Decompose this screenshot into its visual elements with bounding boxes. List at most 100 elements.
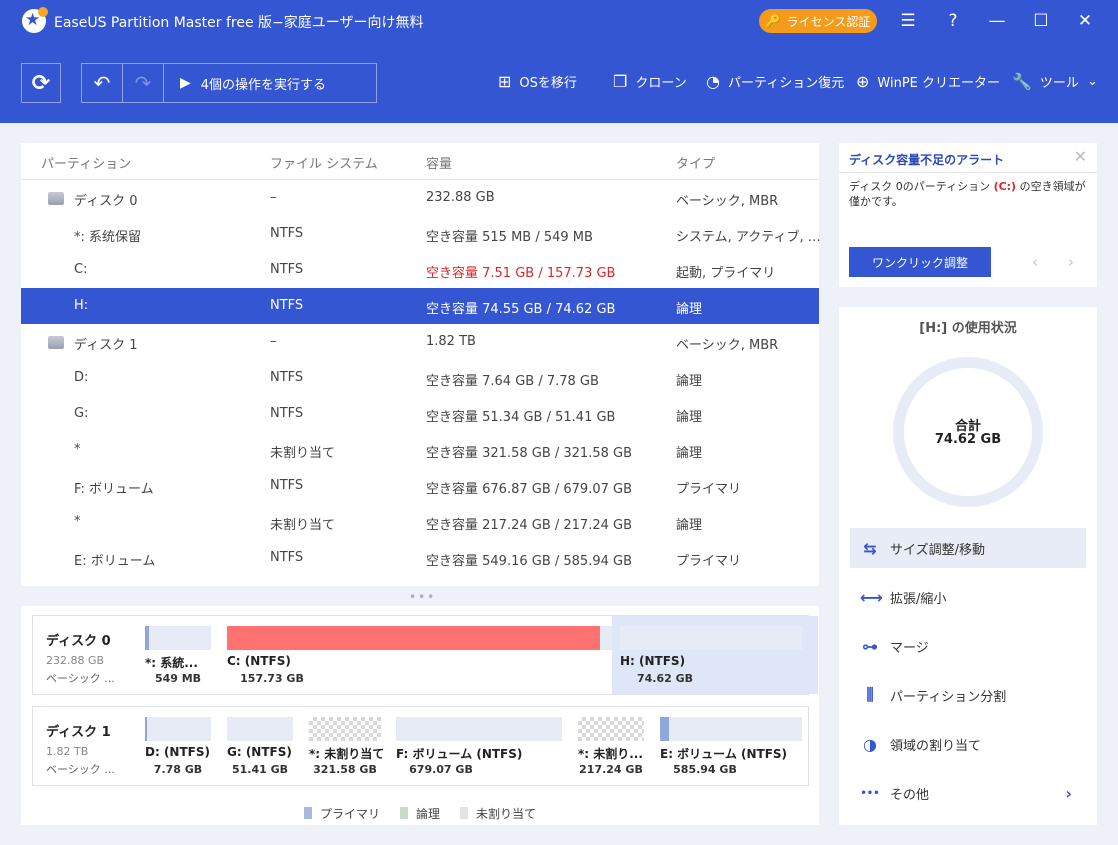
disk-map-name: ディスク 1 [46, 725, 111, 740]
one-click-adjust-button[interactable]: ワンクリック調整 [849, 247, 991, 277]
action-label: 領域の割り当て [890, 738, 982, 754]
merge-icon: ⊶ [862, 636, 878, 656]
usage-panel: [H:] の使用状況 合計 74.62 GB ⇆ サイズ調整/移動 ⟷ 拡張/縮小 ⊶ マ… [839, 307, 1097, 825]
disk-map-row[interactable]: ディスク 1 1.82 TB ベーシック ... D: (NTFS) 7.78 GB G:… [32, 706, 809, 786]
cell-cap: 空き容量 549.16 GB / 585.94 GB [426, 554, 633, 569]
partition-row[interactable]: *: 系统保留 NTFS 空き容量 515 MB / 549 MB システム, アクテ… [21, 216, 821, 252]
partition-row[interactable]: G: NTFS 空き容量 51.34 GB / 51.41 GB 論理 [21, 396, 819, 432]
partition-size: 217.24 GB [579, 763, 643, 776]
winpe-creator-button[interactable]: ⊕ WinPE クリエーター [856, 72, 1000, 91]
cell-fs: 未割り当て [270, 518, 336, 533]
cell-fs: NTFS [270, 406, 304, 421]
legend-logical: 論理 [399, 805, 440, 822]
partition-row[interactable]: D: NTFS 空き容量 7.64 GB / 7.78 GB 論理 [21, 360, 819, 396]
action-split[interactable]: ⫼ パーティション分割 [850, 675, 1086, 715]
cell-cap: 1.82 TB [426, 334, 476, 349]
clone-button[interactable]: ❐ クローン [613, 72, 687, 91]
column-header-filesystem[interactable]: ファイル システム [270, 153, 378, 179]
partition-block[interactable]: E: ボリューム (NTFS) 585.94 GB [660, 707, 802, 785]
undo-icon: ↶ [93, 71, 111, 95]
panel-splitter[interactable]: ••• [409, 590, 436, 604]
disk-map-row[interactable]: ディスク 0 232.88 GB ベーシック ... *: 系統... 549 MB C:… [32, 615, 818, 695]
allocate-icon: ◑ [863, 734, 877, 754]
cell-name: E: ボリューム [74, 554, 156, 569]
alert-title: ディスク容量不足のアラート [849, 153, 1005, 167]
action-allocate[interactable]: ◑ 領域の割り当て [850, 724, 1086, 764]
minimize-icon[interactable]: — [984, 8, 1010, 34]
cell-cap: 空き容量 7.51 GB / 157.73 GB [426, 266, 616, 281]
partition-row[interactable]: F: ボリューム NTFS 空き容量 676.87 GB / 679.07 GB プラ… [21, 468, 819, 504]
help-icon[interactable]: ? [940, 8, 966, 34]
chevron-right-icon[interactable]: › [1068, 253, 1074, 271]
partition-row[interactable]: * 未割り当て 空き容量 321.58 GB / 321.58 GB 論理 [21, 432, 819, 468]
toolbar: ⟳ ↶ ↷ ▶ 4個の操作を実行する ⊞ OSを移行 ❐ クローン ◔ パーティ… [0, 42, 1118, 123]
cell-fs: NTFS [270, 478, 304, 493]
legend: プライマリ 論理 未割り当て [21, 805, 819, 822]
alert-close-icon[interactable]: ✕ [1074, 147, 1087, 166]
partition-block[interactable]: G: (NTFS) 51.41 GB [227, 707, 293, 785]
cell-type: 論理 [676, 302, 703, 317]
partition-usage-bar [660, 717, 802, 741]
partition-block[interactable]: F: ボリューム (NTFS) 679.07 GB [396, 707, 562, 785]
partition-usage-bar [145, 717, 211, 741]
migrate-os-button[interactable]: ⊞ OSを移行 [498, 72, 577, 91]
cell-type: 論理 [676, 374, 703, 389]
run-label: 4個の操作を実行する [200, 77, 327, 93]
partition-label: *: 系統... [145, 656, 198, 670]
cell-cap: 空き容量 676.87 GB / 679.07 GB [426, 482, 633, 497]
partition-row[interactable]: H: NTFS 空き容量 74.55 GB / 74.62 GB 論理 [21, 288, 819, 324]
cell-fs: NTFS [270, 226, 304, 241]
close-icon[interactable]: ✕ [1072, 8, 1098, 34]
cell-name: C: [74, 262, 88, 277]
action-more[interactable]: ••• その他 › [850, 773, 1086, 813]
disk-row[interactable]: ディスク 1 – 1.82 TB ベーシック, MBR [21, 324, 819, 360]
partition-block[interactable]: *: 系統... 549 MB [145, 616, 211, 694]
cell-fs: 未割り当て [270, 446, 336, 461]
column-header-type[interactable]: タイプ [676, 153, 715, 179]
partition-size: 549 MB [154, 672, 202, 685]
action-resize[interactable]: ⇆ サイズ調整/移動 [850, 528, 1086, 568]
cell-type: プライマリ [676, 554, 742, 569]
cell-fs: NTFS [270, 370, 304, 385]
cell-cap: 空き容量 51.34 GB / 51.41 GB [426, 410, 616, 425]
split-icon: ⫼ [866, 685, 874, 704]
cell-type: 論理 [676, 410, 703, 425]
partition-row[interactable]: * 未割り当て 空き容量 217.24 GB / 217.24 GB 論理 [21, 504, 819, 540]
column-header-capacity[interactable]: 容量 [426, 153, 452, 179]
license-button[interactable]: 🔑 ライセンス認証 [759, 9, 877, 33]
app-title: EaseUS Partition Master free 版−家庭ユーザー向け無… [54, 15, 424, 31]
tools-menu-button[interactable]: 🔧 ツール ⌄ [1012, 72, 1098, 91]
partition-row[interactable]: E: ボリューム NTFS 空き容量 549.16 GB / 585.94 GB プラ… [21, 540, 819, 576]
disk-icon [48, 336, 64, 349]
run-operations-button[interactable]: ▶ 4個の操作を実行する [164, 74, 326, 93]
partition-block[interactable]: *: 未割り... 217.24 GB [578, 707, 644, 785]
plus-circle-icon: ⊕ [856, 72, 870, 91]
undo-button[interactable]: ↶ [82, 64, 123, 102]
partition-label: C: (NTFS) [227, 654, 291, 668]
column-header-partition[interactable]: パーティション [41, 153, 131, 179]
partition-row[interactable]: C: NTFS 空き容量 7.51 GB / 157.73 GB 起動, プライマリ [21, 252, 819, 288]
legend-unallocated: 未割り当て [460, 805, 536, 822]
refresh-button[interactable]: ⟳ [21, 63, 61, 103]
disk-icon [48, 192, 64, 205]
redo-button[interactable]: ↷ [123, 64, 164, 102]
disk-row[interactable]: ディスク 0 – 232.88 GB ベーシック, MBR [21, 180, 819, 216]
cell-type: ベーシック, MBR [676, 338, 779, 353]
partition-block[interactable]: H: (NTFS) 74.62 GB [612, 616, 818, 694]
partition-block[interactable]: C: (NTFS) 157.73 GB [227, 616, 620, 694]
partition-block[interactable]: *: 未割り当て 321.58 GB [309, 707, 384, 785]
menu-icon[interactable]: ☰ [895, 8, 921, 34]
partition-recovery-button[interactable]: ◔ パーティション復元 [706, 72, 844, 91]
action-extend-shrink[interactable]: ⟷ 拡張/縮小 [850, 577, 1086, 617]
title-bar: EaseUS Partition Master free 版−家庭ユーザー向け無… [0, 0, 1118, 42]
operation-group: ↶ ↷ ▶ 4個の操作を実行する [81, 63, 377, 103]
action-merge[interactable]: ⊶ マージ [850, 626, 1086, 666]
chevron-left-icon[interactable]: ‹ [1032, 253, 1038, 271]
partition-usage-bar [620, 626, 802, 650]
maximize-icon[interactable]: ☐ [1028, 8, 1054, 34]
cell-cap: 空き容量 217.24 GB / 217.24 GB [426, 518, 633, 533]
redo-icon: ↷ [134, 71, 152, 95]
partition-block[interactable]: D: (NTFS) 7.78 GB [145, 707, 211, 785]
partition-label: D: (NTFS) [145, 745, 210, 759]
pie-icon: ◔ [706, 72, 720, 91]
